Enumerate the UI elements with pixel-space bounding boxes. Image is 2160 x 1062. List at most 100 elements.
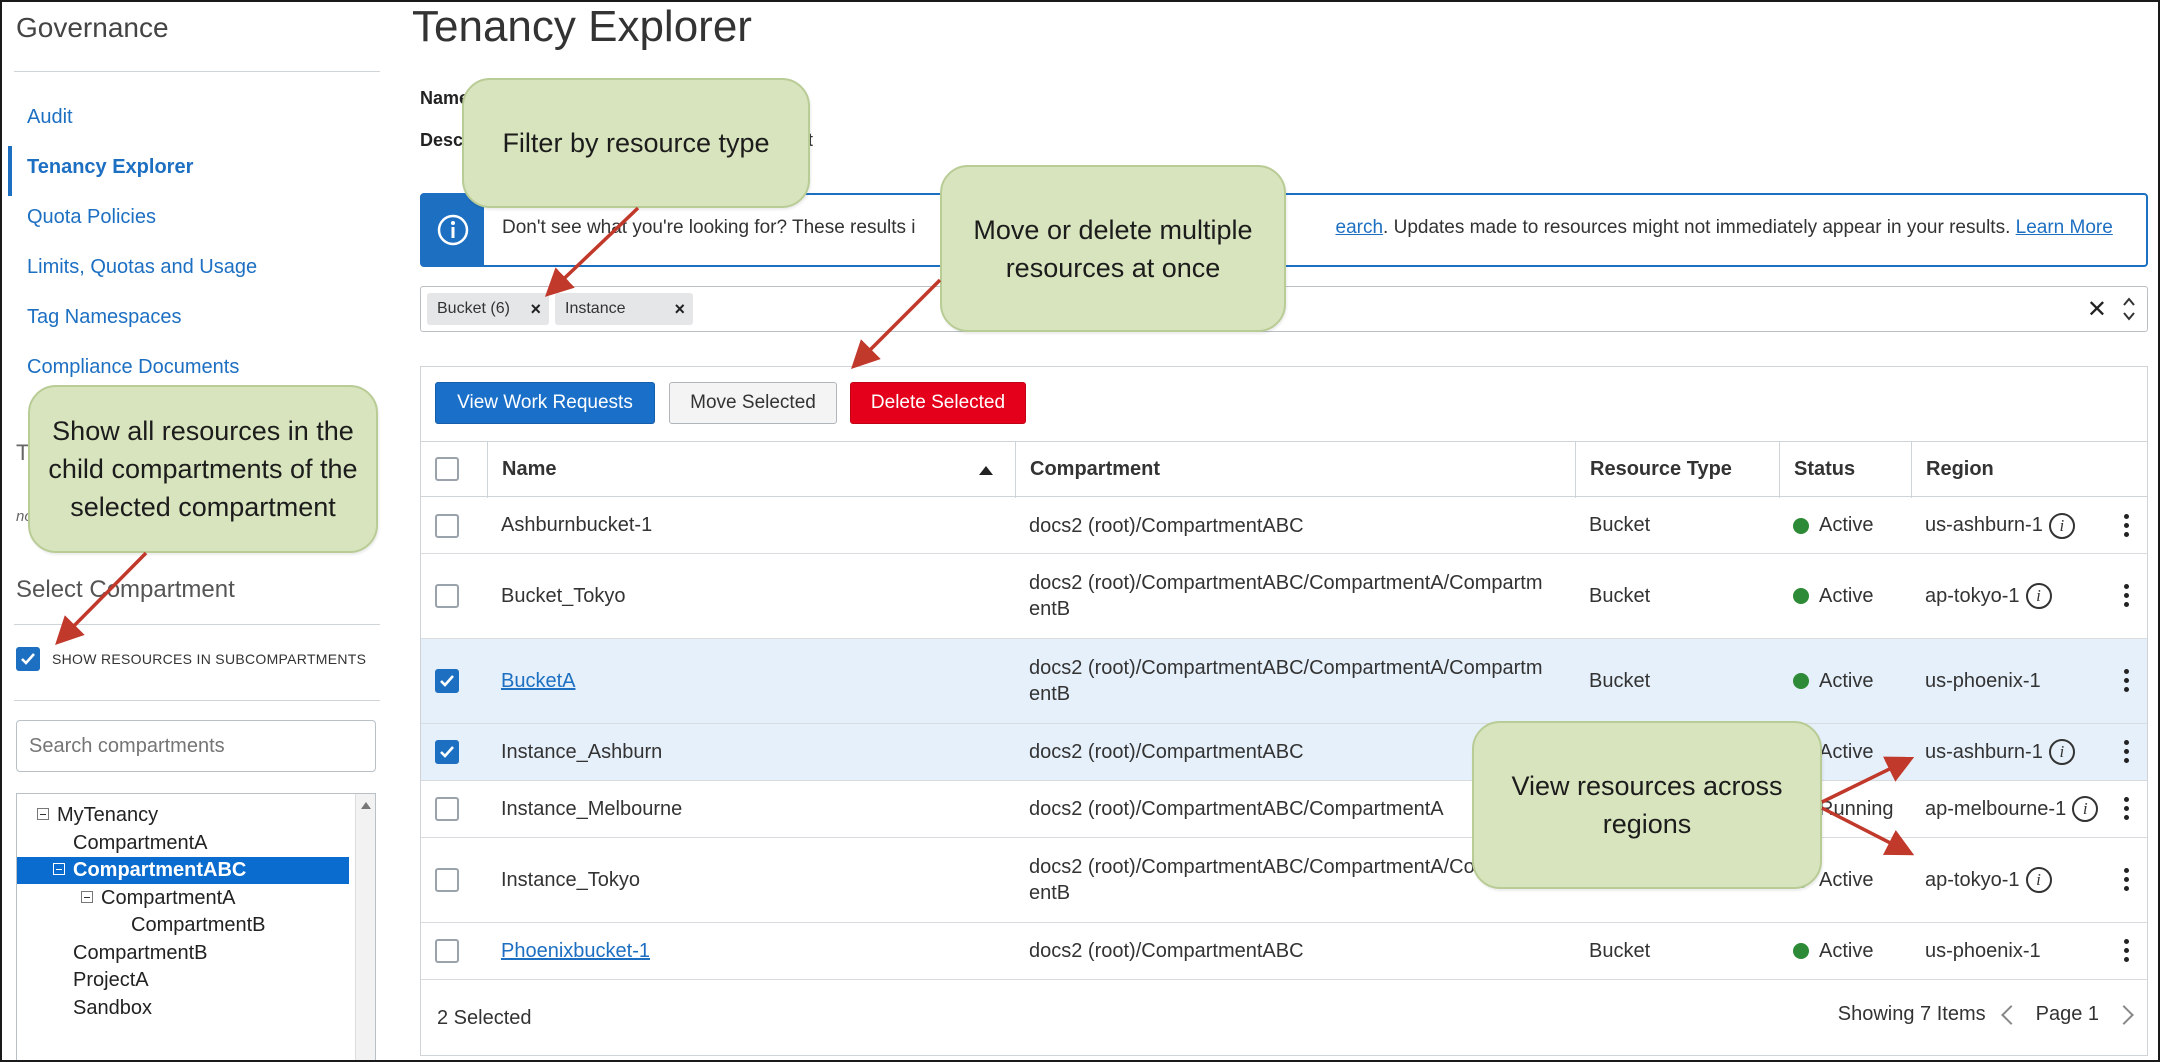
row-actions-kebab-icon[interactable] bbox=[2123, 868, 2129, 892]
row-name-cell: Phoenixbucket-1 bbox=[487, 923, 1015, 979]
row-actions-kebab-icon[interactable] bbox=[2123, 797, 2129, 821]
sidebar-item-limits-quotas-usage[interactable]: Limits, Quotas and Usage bbox=[8, 246, 378, 296]
clear-filters-icon[interactable]: ✕ bbox=[2087, 295, 2107, 324]
remove-chip-icon[interactable]: × bbox=[530, 293, 541, 325]
region-info-icon[interactable]: i bbox=[2072, 796, 2099, 822]
table-row[interactable]: Bucket_Tokyo docs2 (root)/CompartmentABC/… bbox=[421, 554, 2147, 639]
resource-name[interactable]: BucketA bbox=[501, 670, 575, 693]
tree-node-mytenancy[interactable]: MyTenancy bbox=[37, 802, 158, 829]
callout-move-delete: Move or delete multiple resources at onc… bbox=[940, 165, 1286, 332]
table-row[interactable]: Instance_Melbourne docs2 (root)/Compartme… bbox=[421, 781, 2147, 838]
status-text: Active bbox=[1819, 740, 1874, 763]
callout-filter: Filter by resource type bbox=[462, 78, 810, 208]
show-subcompartments-toggle[interactable]: SHOW RESOURCES IN SUBCOMPARTMENTS bbox=[16, 647, 366, 671]
sidebar-nav: Audit Tenancy Explorer Quota Policies Li… bbox=[8, 96, 378, 396]
tree-scrollbar[interactable] bbox=[355, 794, 375, 1062]
row-actions-kebab-icon[interactable] bbox=[2123, 740, 2129, 764]
table-header: Name Compartment Resource Type Status Re… bbox=[421, 441, 2147, 498]
row-checkbox[interactable] bbox=[435, 740, 459, 764]
tree-node-sandbox[interactable]: Sandbox bbox=[73, 995, 152, 1022]
row-actions-kebab-icon[interactable] bbox=[2123, 669, 2129, 693]
show-subcompartments-checkbox[interactable] bbox=[16, 647, 40, 671]
table-row[interactable]: Ashburnbucket-1 docs2 (root)/CompartmentA… bbox=[421, 498, 2147, 554]
callout-regions: View resources across regions bbox=[1472, 721, 1822, 889]
search-link[interactable]: earch bbox=[1336, 217, 1384, 238]
row-compartment-cell: docs2 (root)/CompartmentABC bbox=[1029, 940, 1304, 962]
row-actions-kebab-icon[interactable] bbox=[2123, 939, 2129, 963]
collapse-icon[interactable] bbox=[53, 862, 65, 875]
row-select-cell bbox=[421, 838, 487, 922]
updown-chevron-icon[interactable] bbox=[2121, 293, 2137, 325]
move-selected-button[interactable]: Move Selected bbox=[669, 382, 837, 424]
table-row[interactable]: Phoenixbucket-1 docs2 (root)/CompartmentA… bbox=[421, 923, 2147, 980]
column-header-name[interactable]: Name bbox=[487, 442, 1015, 498]
sidebar-item-audit[interactable]: Audit bbox=[8, 96, 378, 146]
region-text: us-ashburn-1 bbox=[1925, 740, 2043, 763]
row-checkbox[interactable] bbox=[435, 669, 459, 693]
row-checkbox[interactable] bbox=[435, 513, 459, 538]
region-info-icon[interactable]: i bbox=[2048, 739, 2075, 765]
row-status-cell: Active bbox=[1779, 498, 1911, 553]
tree-node-compartmentb-grandchild[interactable]: CompartmentB bbox=[131, 912, 266, 939]
collapse-icon[interactable] bbox=[37, 807, 49, 820]
row-checkbox[interactable] bbox=[435, 797, 459, 821]
collapse-icon[interactable] bbox=[81, 890, 93, 903]
sidebar-item-tag-namespaces[interactable]: Tag Namespaces bbox=[8, 296, 378, 346]
sort-ascending-icon[interactable] bbox=[979, 466, 993, 475]
row-checkbox[interactable] bbox=[435, 939, 459, 963]
row-region-cell: us-phoenix-1 bbox=[1911, 923, 2111, 979]
remove-chip-icon[interactable]: × bbox=[674, 293, 685, 325]
row-select-cell bbox=[421, 781, 487, 837]
column-header-compartment[interactable]: Compartment bbox=[1015, 442, 1575, 498]
region-info-icon[interactable]: i bbox=[2048, 512, 2075, 539]
previous-page-icon[interactable] bbox=[2000, 1004, 2021, 1025]
tree-node-compartmentabc[interactable]: CompartmentABC bbox=[17, 857, 349, 884]
info-banner-text: Don't see what you're looking for? These… bbox=[502, 217, 2113, 238]
row-select-cell bbox=[421, 554, 487, 638]
checkmark-icon bbox=[440, 746, 454, 758]
resource-name[interactable]: Phoenixbucket-1 bbox=[501, 940, 650, 963]
search-compartments-input[interactable] bbox=[16, 720, 376, 772]
row-resource-type-cell: Bucket bbox=[1589, 669, 1651, 692]
row-compartment-cell: docs2 (root)/CompartmentABC/CompartmentA bbox=[1029, 798, 1444, 820]
table-row[interactable]: BucketA docs2 (root)/CompartmentABC/Compa… bbox=[421, 639, 2147, 724]
status-dot-icon bbox=[1793, 943, 1809, 959]
resource-name: Instance_Ashburn bbox=[501, 740, 663, 763]
delete-selected-button[interactable]: Delete Selected bbox=[850, 382, 1026, 424]
row-name-cell: Instance_Tokyo bbox=[487, 838, 1015, 922]
tree-node-compartmenta[interactable]: CompartmentA bbox=[73, 830, 208, 857]
info-icon bbox=[437, 214, 469, 246]
row-actions-kebab-icon[interactable] bbox=[2123, 584, 2129, 608]
tree-node-projecta[interactable]: ProjectA bbox=[73, 967, 149, 994]
status-dot-icon bbox=[1793, 588, 1809, 604]
region-info-icon[interactable]: i bbox=[2025, 867, 2052, 893]
scroll-up-icon[interactable] bbox=[361, 802, 371, 809]
selected-count: 2 Selected bbox=[437, 1007, 532, 1029]
learn-more-link[interactable]: Learn More bbox=[2016, 217, 2113, 238]
table-row[interactable]: Instance_Tokyo docs2 (root)/CompartmentAB… bbox=[421, 838, 2147, 923]
table-row[interactable]: Instance_Ashburn docs2 (root)/Compartment… bbox=[421, 724, 2147, 781]
row-actions-kebab-icon[interactable] bbox=[2123, 513, 2129, 538]
row-status-cell: Active bbox=[1779, 923, 1911, 979]
column-header-region[interactable]: Region bbox=[1911, 442, 2147, 498]
region-text: us-ashburn-1 bbox=[1925, 514, 2043, 536]
select-all-checkbox[interactable] bbox=[435, 457, 459, 481]
row-resource-type-cell: Bucket bbox=[1589, 514, 1651, 536]
region-info-icon[interactable]: i bbox=[2025, 583, 2052, 609]
view-work-requests-button[interactable]: View Work Requests bbox=[435, 382, 655, 424]
compartment-tree: MyTenancy CompartmentA CompartmentABC Co… bbox=[16, 793, 376, 1062]
row-checkbox[interactable] bbox=[435, 584, 459, 608]
sidebar-item-tenancy-explorer[interactable]: Tenancy Explorer bbox=[8, 146, 378, 196]
column-header-resource-type[interactable]: Resource Type bbox=[1575, 442, 1779, 498]
row-select-cell bbox=[421, 923, 487, 979]
checkmark-icon bbox=[21, 653, 35, 665]
tree-node-compartmentb[interactable]: CompartmentB bbox=[73, 940, 208, 967]
sidebar-item-quota-policies[interactable]: Quota Policies bbox=[8, 196, 378, 246]
tree-node-compartmenta-child[interactable]: CompartmentA bbox=[81, 885, 236, 912]
resources-table-panel: View Work Requests Move Selected Delete … bbox=[420, 366, 2148, 1056]
column-header-status[interactable]: Status bbox=[1779, 442, 1911, 498]
row-region-cell: us-phoenix-1 bbox=[1911, 639, 2111, 723]
next-page-icon[interactable] bbox=[2114, 1004, 2134, 1025]
row-status-cell: Active bbox=[1779, 639, 1911, 723]
row-checkbox[interactable] bbox=[435, 868, 459, 892]
